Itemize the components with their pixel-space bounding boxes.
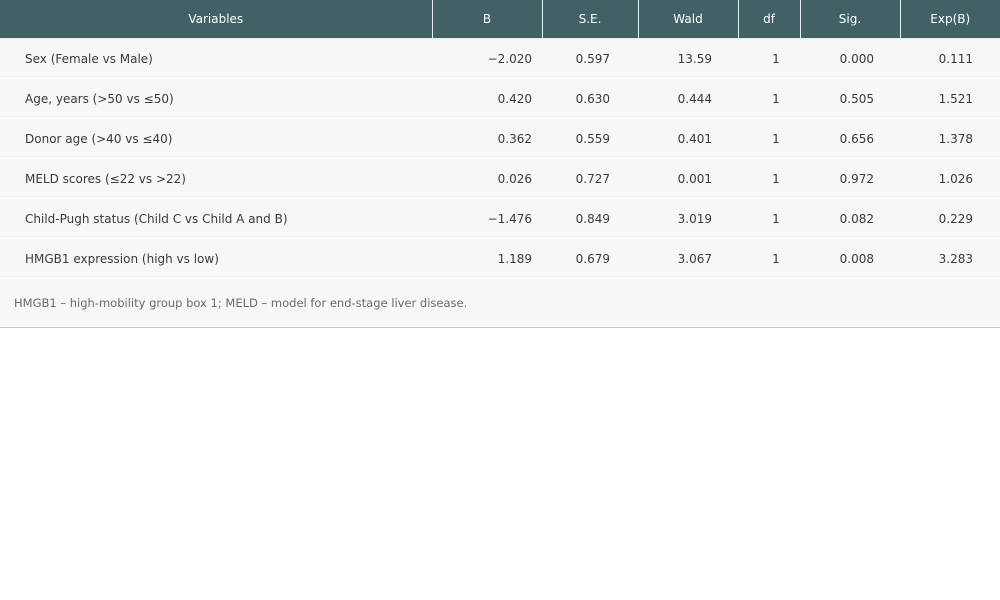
cell-variable: Age, years (>50 vs ≤50): [0, 78, 432, 119]
header-variables: Variables: [0, 0, 433, 39]
cell-b: 1.189: [432, 238, 542, 279]
cell-sig: 0.008: [800, 238, 900, 279]
table-row: Sex (Female vs Male) −2.020 0.597 13.59 …: [0, 38, 1000, 79]
table-footnote: HMGB1 – high-mobility group box 1; MELD …: [0, 278, 1000, 328]
cell-b: 0.420: [432, 78, 542, 119]
cell-df: 1: [738, 78, 800, 119]
table-row: Age, years (>50 vs ≤50) 0.420 0.630 0.44…: [0, 78, 1000, 119]
cell-df: 1: [738, 198, 800, 239]
cell-variable: Sex (Female vs Male): [0, 38, 432, 79]
cell-sig: 0.082: [800, 198, 900, 239]
cell-sig: 0.000: [800, 38, 900, 79]
cell-wald: 13.59: [638, 38, 738, 79]
table-footnote-row: HMGB1 – high-mobility group box 1; MELD …: [0, 278, 1000, 328]
table-row: HMGB1 expression (high vs low) 1.189 0.6…: [0, 238, 1000, 279]
cell-wald: 0.001: [638, 158, 738, 199]
header-se: S.E.: [542, 0, 639, 39]
cell-wald: 0.401: [638, 118, 738, 159]
cell-se: 0.727: [542, 158, 638, 199]
cell-wald: 3.019: [638, 198, 738, 239]
cell-variable: Donor age (>40 vs ≤40): [0, 118, 432, 159]
cell-exp-b: 0.229: [900, 198, 1000, 239]
cell-wald: 3.067: [638, 238, 738, 279]
cell-sig: 0.656: [800, 118, 900, 159]
cell-se: 0.849: [542, 198, 638, 239]
table-row: MELD scores (≤22 vs >22) 0.026 0.727 0.0…: [0, 158, 1000, 199]
table-row: Donor age (>40 vs ≤40) 0.362 0.559 0.401…: [0, 118, 1000, 159]
cell-b: −1.476: [432, 198, 542, 239]
header-df: df: [738, 0, 801, 39]
regression-table-container: Variables B S.E. Wald df Sig. Exp(B) Sex…: [0, 0, 1000, 328]
regression-table: Variables B S.E. Wald df Sig. Exp(B) Sex…: [0, 0, 1000, 328]
cell-se: 0.559: [542, 118, 638, 159]
cell-se: 0.630: [542, 78, 638, 119]
table-header-row: Variables B S.E. Wald df Sig. Exp(B): [0, 0, 1000, 39]
header-exp-b: Exp(B): [900, 0, 1000, 39]
cell-exp-b: 1.026: [900, 158, 1000, 199]
cell-exp-b: 0.111: [900, 38, 1000, 79]
cell-df: 1: [738, 38, 800, 79]
cell-exp-b: 1.378: [900, 118, 1000, 159]
header-b: B: [432, 0, 543, 39]
table-row: Child-Pugh status (Child C vs Child A an…: [0, 198, 1000, 239]
cell-se: 0.597: [542, 38, 638, 79]
cell-b: 0.362: [432, 118, 542, 159]
cell-b: 0.026: [432, 158, 542, 199]
cell-exp-b: 3.283: [900, 238, 1000, 279]
cell-variable: HMGB1 expression (high vs low): [0, 238, 432, 279]
cell-wald: 0.444: [638, 78, 738, 119]
cell-variable: Child-Pugh status (Child C vs Child A an…: [0, 198, 432, 239]
cell-se: 0.679: [542, 238, 638, 279]
cell-df: 1: [738, 238, 800, 279]
cell-exp-b: 1.521: [900, 78, 1000, 119]
header-sig: Sig.: [800, 0, 901, 39]
header-wald: Wald: [638, 0, 739, 39]
cell-df: 1: [738, 118, 800, 159]
cell-b: −2.020: [432, 38, 542, 79]
cell-sig: 0.972: [800, 158, 900, 199]
cell-sig: 0.505: [800, 78, 900, 119]
cell-variable: MELD scores (≤22 vs >22): [0, 158, 432, 199]
cell-df: 1: [738, 158, 800, 199]
